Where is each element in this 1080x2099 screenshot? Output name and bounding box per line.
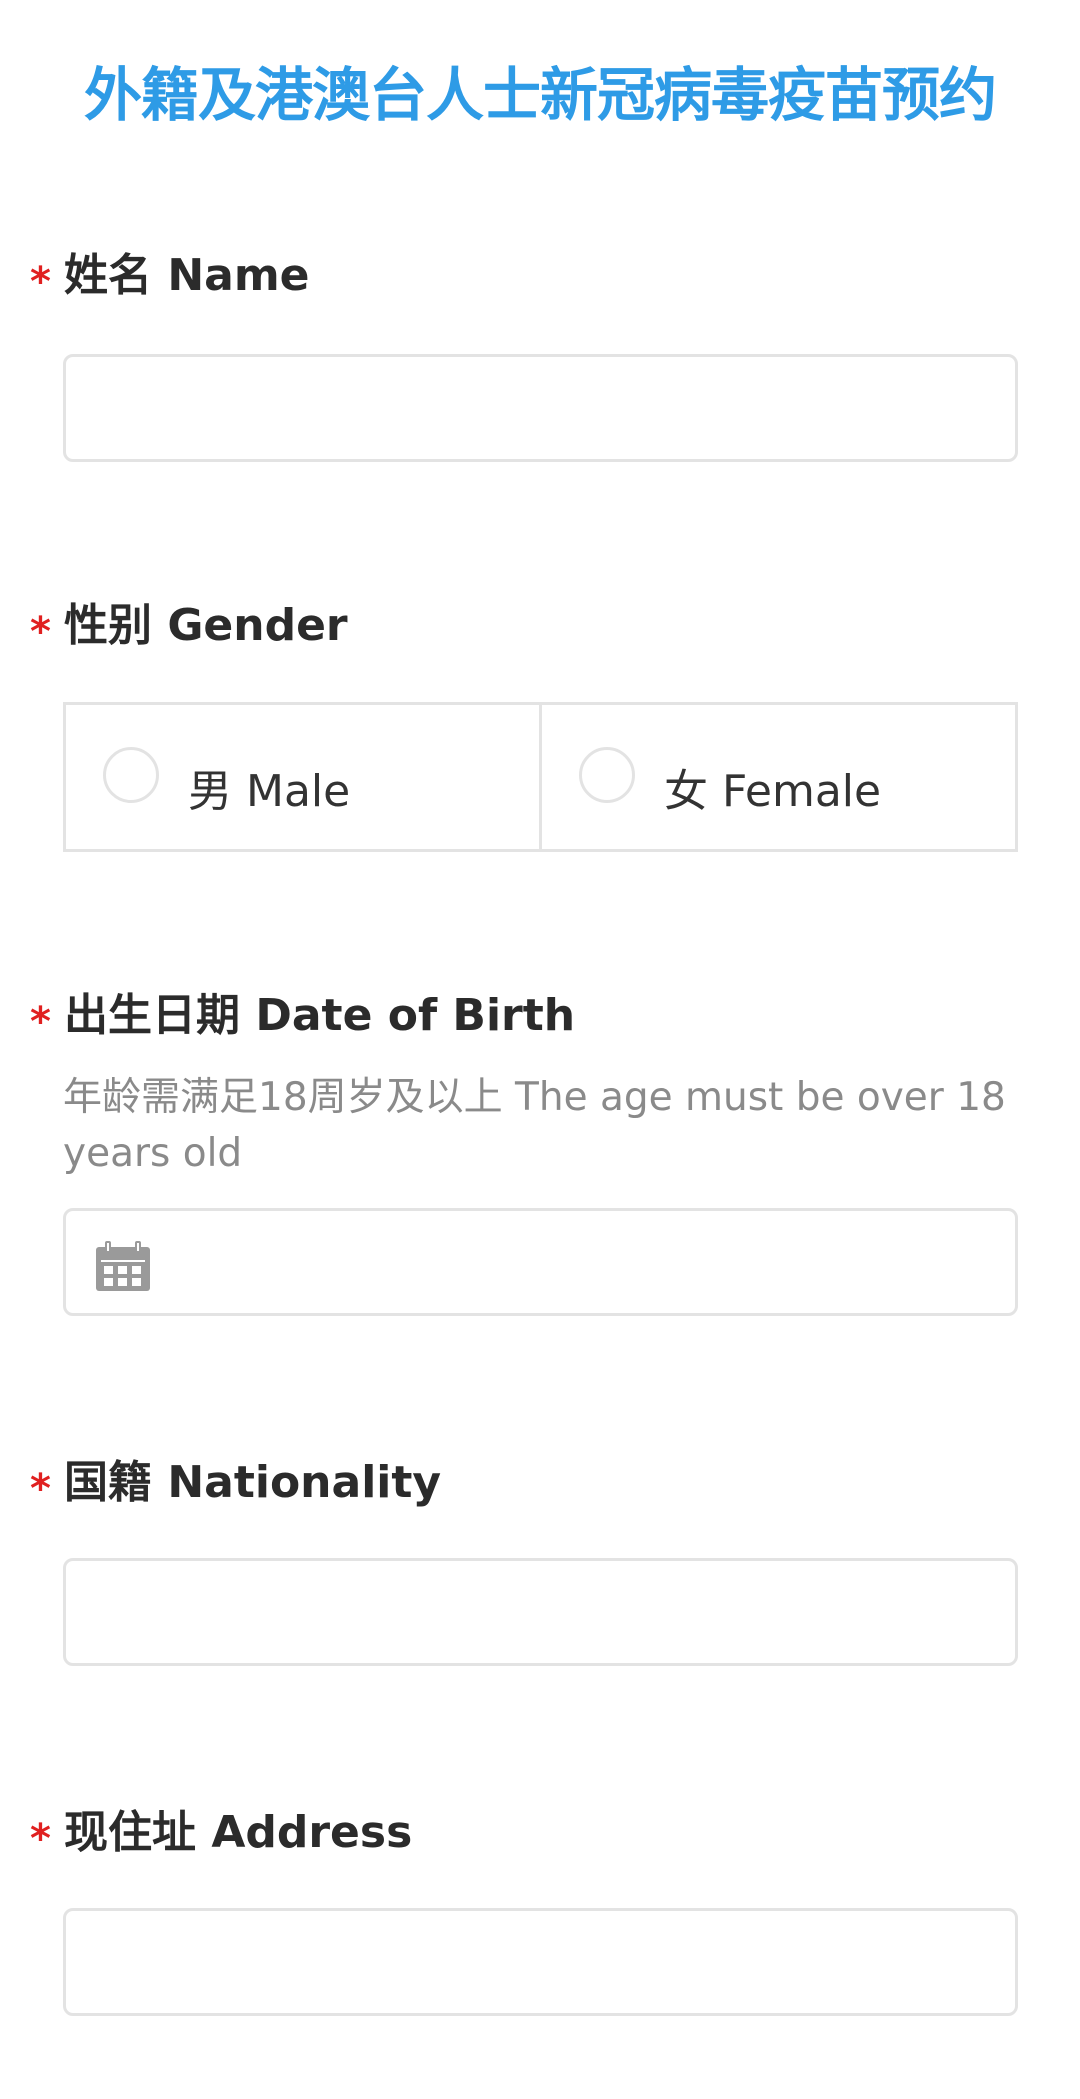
name-label-text: 姓名 Name	[64, 250, 310, 301]
page-title: 外籍及港澳台人士新冠病毒疫苗预约	[83, 61, 997, 129]
name-label: * 姓名 Name	[30, 248, 310, 306]
nationality-input[interactable]	[63, 1558, 1018, 1666]
male-option-label: 男 Male	[188, 766, 351, 817]
required-mark: *	[30, 1466, 51, 1512]
address-label: * 现住址 Address	[30, 1805, 412, 1863]
required-mark: *	[30, 999, 51, 1045]
dob-date-input[interactable]	[63, 1208, 1018, 1316]
name-input[interactable]	[63, 354, 1018, 462]
dob-age-hint: 年龄需满足18周岁及以上 The age must be over 18 yea…	[63, 1075, 1006, 1176]
address-input[interactable]	[63, 1908, 1018, 2016]
nationality-label-text: 国籍 Nationality	[64, 1457, 442, 1508]
female-option-label: 女 Female	[664, 766, 882, 817]
calendar-icon[interactable]	[96, 1241, 150, 1291]
gender-radio-group: 男 Male 女 Female	[63, 702, 1018, 852]
gender-label-text: 性别 Gender	[64, 600, 348, 651]
required-mark: *	[30, 259, 51, 305]
dob-label-text: 出生日期 Date of Birth	[64, 990, 576, 1041]
dob-label: * 出生日期 Date of Birth	[30, 988, 575, 1046]
required-mark: *	[30, 609, 51, 655]
female-radio[interactable]	[579, 747, 635, 803]
required-mark: *	[30, 1816, 51, 1862]
nationality-label: * 国籍 Nationality	[30, 1455, 441, 1513]
gender-option-male[interactable]: 男 Male	[66, 705, 539, 849]
gender-option-female[interactable]: 女 Female	[539, 705, 1015, 849]
male-radio[interactable]	[103, 747, 159, 803]
address-label-text: 现住址 Address	[64, 1807, 413, 1858]
gender-label: * 性别 Gender	[30, 598, 348, 656]
